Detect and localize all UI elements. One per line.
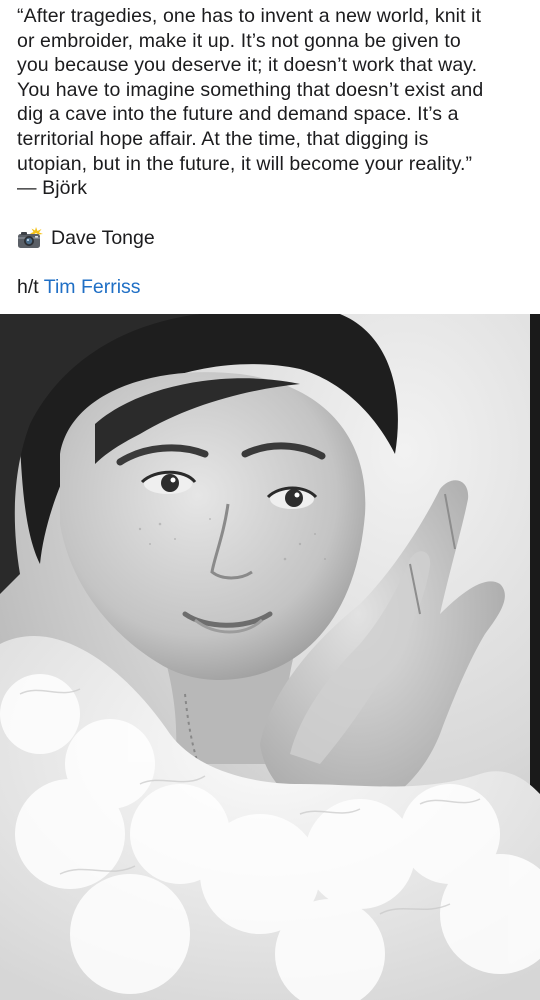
portrait-photo (0, 314, 540, 1000)
quote-text: “After tragedies, one has to invent a ne… (17, 4, 527, 201)
quote-line: you because you deserve it; it doesn’t w… (17, 54, 478, 77)
quote-line: or embroider, make it up. It’s not gonna… (17, 29, 461, 52)
hat-tip-link[interactable]: Tim Ferriss (44, 276, 141, 298)
quote-line: “After tragedies, one has to invent a ne… (17, 5, 482, 27)
portrait-illustration (0, 314, 540, 1000)
quote-line: utopian, but in the future, it will beco… (17, 152, 473, 175)
hat-tip-prefix: h/t (17, 275, 39, 298)
quote-line: You have to imagine something that doesn… (17, 78, 484, 101)
hat-tip: h/t Tim Ferriss (17, 275, 527, 299)
quote-attribution: — Björk (17, 177, 88, 200)
camera-flash-icon (17, 226, 43, 249)
quote-line: dig a cave into the future and demand sp… (17, 103, 459, 126)
photo-credit: Dave Tonge (17, 226, 527, 250)
quote-line: territorial hope affair. At the time, th… (17, 127, 429, 150)
post-text: “After tragedies, one has to invent a ne… (17, 4, 527, 299)
photo-credit-name: Dave Tonge (51, 226, 155, 249)
